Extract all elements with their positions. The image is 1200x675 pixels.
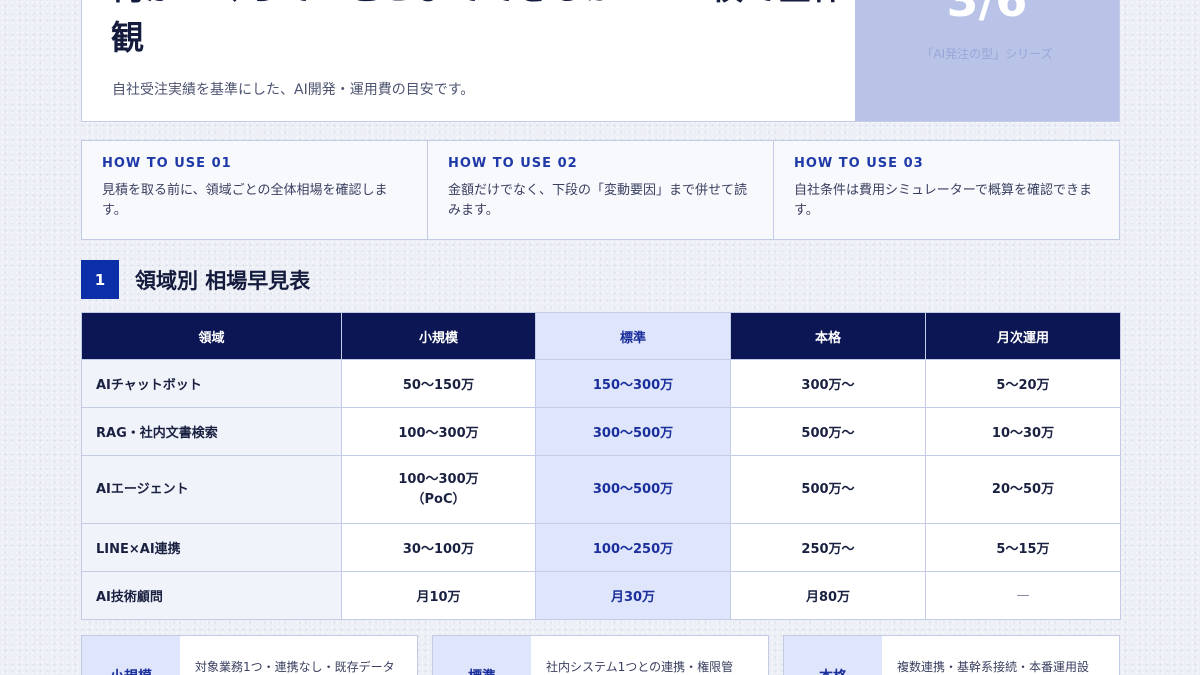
monthly-cell: — <box>925 571 1121 620</box>
scale-legend-card-full: 本格 複数連携・基幹系接続・本番運用設 <box>783 635 1120 675</box>
how-to-use-panel: HOW TO USE 01 見積を取る前に、領域ごとの全体相場を確認します。 H… <box>81 140 1120 240</box>
domain-cell: RAG・社内文書検索 <box>81 407 342 456</box>
poc-note: （PoC） <box>411 491 466 507</box>
full-cell: 500万〜 <box>730 407 926 456</box>
table-row: LINE×AI連携 30〜100万 100〜250万 250万〜 5〜15万 <box>81 523 1121 572</box>
small-cell: 月10万 <box>341 571 536 620</box>
standard-cell: 300〜500万 <box>535 455 731 524</box>
monthly-cell: 10〜30万 <box>925 407 1121 456</box>
series-panel: 3/6 「AI発注の型」シリーズ <box>855 0 1119 121</box>
small-cell-value: 100〜300万 <box>398 471 479 487</box>
domain-cell: AI技術顧問 <box>81 571 342 620</box>
how-to-use-card: HOW TO USE 03 自社条件は費用シミュレーターで概算を確認できます。 <box>774 141 1119 239</box>
scale-legend-tag: 本格 <box>784 636 882 675</box>
small-cell: 100〜300万 <box>341 407 536 456</box>
how-to-use-text: 金額だけでなく、下段の「変動要因」まで併せて読みます。 <box>448 183 748 218</box>
table-row: RAG・社内文書検索 100〜300万 300〜500万 500万〜 10〜30… <box>81 407 1121 456</box>
how-to-use-card: HOW TO USE 01 見積を取る前に、領域ごとの全体相場を確認します。 <box>82 141 428 239</box>
small-cell: 30〜100万 <box>341 523 536 572</box>
column-header-domain: 領域 <box>81 312 342 360</box>
how-to-use-text: 自社条件は費用シミュレーターで概算を確認できます。 <box>794 183 1092 218</box>
how-to-use-label: HOW TO USE 03 <box>794 156 924 171</box>
small-cell: 50〜150万 <box>341 359 536 408</box>
full-cell: 300万〜 <box>730 359 926 408</box>
table-row: AIチャットボット 50〜150万 150〜300万 300万〜 5〜20万 <box>81 359 1121 408</box>
scale-legend-text: 複数連携・基幹系接続・本番運用設 <box>897 660 1090 674</box>
standard-cell: 150〜300万 <box>535 359 731 408</box>
scale-legend-text: 対象業務1つ・連携なし・既存データ <box>195 660 395 674</box>
page-subtitle: 自社受注実績を基準にした、AI開発・運用費の目安です。 <box>112 82 475 98</box>
section-title: 領域別 相場早見表 <box>135 268 311 293</box>
section-number-badge: 1 <box>81 260 119 299</box>
scale-legend-tag: 小規模 <box>82 636 180 675</box>
domain-cell: AIエージェント <box>81 455 342 524</box>
series-count: 3/6 <box>946 0 1028 27</box>
full-cell: 250万〜 <box>730 523 926 572</box>
how-to-use-label: HOW TO USE 01 <box>102 156 232 171</box>
standard-cell: 300〜500万 <box>535 407 731 456</box>
table-row: AI技術顧問 月10万 月30万 月80万 — <box>81 571 1121 620</box>
table-header-row: 領域 小規模 標準 本格 月次運用 <box>81 312 1121 360</box>
table-row: AIエージェント 100〜300万 （PoC） 300〜500万 500万〜 2… <box>81 455 1121 524</box>
column-header-small: 小規模 <box>341 312 536 360</box>
full-cell: 月80万 <box>730 571 926 620</box>
column-header-standard: 標準 <box>535 312 731 360</box>
standard-cell: 100〜250万 <box>535 523 731 572</box>
price-table: 領域 小規模 標準 本格 月次運用 AIチャットボット 50〜150万 150〜… <box>81 312 1121 620</box>
page-title: 何がいくらで・どこまでできるか——1枚で全体観 <box>111 0 845 57</box>
how-to-use-label: HOW TO USE 02 <box>448 156 578 171</box>
hero-panel: 何がいくらで・どこまでできるか——1枚で全体観 自社受注実績を基準にした、AI開… <box>81 0 1120 122</box>
small-cell: 100〜300万 （PoC） <box>341 455 536 524</box>
series-name: 「AI発注の型」シリーズ <box>921 47 1053 61</box>
scale-legend-text: 社内システム1つとの連携・権限管 <box>546 660 734 674</box>
full-cell: 500万〜 <box>730 455 926 524</box>
column-header-full: 本格 <box>730 312 926 360</box>
monthly-cell: 5〜20万 <box>925 359 1121 408</box>
how-to-use-text: 見積を取る前に、領域ごとの全体相場を確認します。 <box>102 183 388 218</box>
scale-legend-tag: 標準 <box>433 636 531 675</box>
scale-legend-card-standard: 標準 社内システム1つとの連携・権限管 <box>432 635 769 675</box>
scale-legend-card-small: 小規模 対象業務1つ・連携なし・既存データ <box>81 635 418 675</box>
domain-cell: AIチャットボット <box>81 359 342 408</box>
monthly-cell: 20〜50万 <box>925 455 1121 524</box>
column-header-monthly: 月次運用 <box>925 312 1121 360</box>
monthly-cell: 5〜15万 <box>925 523 1121 572</box>
section-heading: 1 領域別 相場早見表 <box>81 260 310 299</box>
standard-cell: 月30万 <box>535 571 731 620</box>
domain-cell: LINE×AI連携 <box>81 523 342 572</box>
how-to-use-card: HOW TO USE 02 金額だけでなく、下段の「変動要因」まで併せて読みます… <box>428 141 774 239</box>
